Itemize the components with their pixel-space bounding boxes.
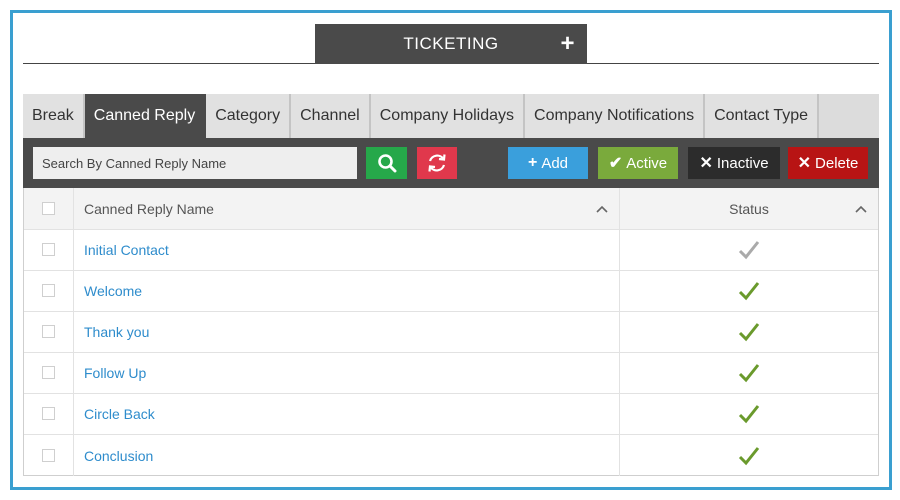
table-row: Circle Back bbox=[24, 394, 878, 435]
canned-reply-link[interactable]: Circle Back bbox=[84, 406, 155, 422]
select-all-checkbox[interactable] bbox=[42, 201, 55, 215]
toolbar: + Add ✔ Active ✕ Inactive ✕ Delete bbox=[23, 138, 879, 188]
row-check-cell bbox=[24, 394, 74, 434]
refresh-button[interactable] bbox=[417, 147, 457, 179]
row-checkbox[interactable] bbox=[42, 284, 55, 297]
tab-company-notifications[interactable]: Company Notifications bbox=[525, 94, 706, 138]
check-icon: ✔ bbox=[608, 155, 623, 172]
canned-reply-link[interactable]: Follow Up bbox=[84, 365, 146, 381]
search-icon bbox=[377, 154, 396, 173]
column-header-status-label: Status bbox=[729, 200, 769, 217]
status-check-icon bbox=[738, 323, 760, 342]
tab-channel[interactable]: Channel bbox=[291, 94, 371, 138]
name-cell: Initial Contact bbox=[74, 230, 620, 270]
row-checkbox[interactable] bbox=[42, 448, 55, 462]
status-check-icon bbox=[738, 241, 760, 260]
status-cell bbox=[620, 353, 878, 393]
tab-break[interactable]: Break bbox=[23, 94, 85, 138]
column-header-name[interactable]: Canned Reply Name bbox=[74, 188, 620, 229]
page-title: TICKETING + bbox=[315, 24, 587, 64]
row-check-cell bbox=[24, 271, 74, 311]
tab-canned-reply[interactable]: Canned Reply bbox=[84, 94, 207, 138]
name-cell: Follow Up bbox=[74, 353, 620, 393]
refresh-icon bbox=[428, 154, 446, 172]
sort-chevron-up-icon[interactable] bbox=[595, 200, 609, 218]
name-cell: Welcome bbox=[74, 271, 620, 311]
inactive-button[interactable]: ✕ Inactive bbox=[688, 147, 780, 179]
status-cell bbox=[620, 230, 878, 270]
x-icon: ✕ bbox=[797, 155, 812, 172]
row-checkbox[interactable] bbox=[42, 325, 55, 338]
status-cell bbox=[620, 435, 878, 476]
status-cell bbox=[620, 312, 878, 352]
ticketing-panel: TICKETING + Break Canned Reply Category … bbox=[10, 10, 892, 490]
table-row: Conclusion bbox=[24, 435, 878, 476]
canned-reply-table: Canned Reply Name Status Initial Contact bbox=[23, 188, 879, 476]
status-check-icon bbox=[738, 405, 760, 424]
status-check-icon bbox=[738, 282, 760, 301]
status-cell bbox=[620, 271, 878, 311]
row-checkbox[interactable] bbox=[42, 366, 55, 379]
table-row: Thank you bbox=[24, 312, 878, 353]
name-cell: Thank you bbox=[74, 312, 620, 352]
row-check-cell bbox=[24, 312, 74, 352]
table-row: Follow Up bbox=[24, 353, 878, 394]
search-input[interactable] bbox=[33, 147, 357, 179]
inactive-button-label: Inactive bbox=[716, 154, 769, 172]
tab-category[interactable]: Category bbox=[206, 94, 292, 138]
canned-reply-link[interactable]: Thank you bbox=[84, 324, 149, 340]
column-header-name-label: Canned Reply Name bbox=[84, 200, 214, 217]
status-cell bbox=[620, 394, 878, 434]
x-icon: ✕ bbox=[699, 155, 713, 172]
tab-company-holidays[interactable]: Company Holidays bbox=[370, 94, 526, 138]
table-row: Welcome bbox=[24, 271, 878, 312]
row-check-cell bbox=[24, 435, 74, 476]
column-header-status[interactable]: Status bbox=[620, 188, 878, 229]
search-button[interactable] bbox=[366, 147, 407, 179]
plus-icon: + bbox=[527, 154, 538, 171]
sort-chevron-up-icon[interactable] bbox=[854, 200, 868, 218]
status-check-icon bbox=[738, 364, 760, 383]
tab-bar: Break Canned Reply Category Channel Comp… bbox=[23, 94, 879, 138]
table-row: Initial Contact bbox=[24, 230, 878, 271]
add-plus-icon[interactable]: + bbox=[560, 24, 575, 64]
add-button[interactable]: + Add bbox=[508, 147, 588, 179]
status-check-icon bbox=[738, 446, 760, 465]
delete-button[interactable]: ✕ Delete bbox=[788, 147, 868, 179]
table-header-row: Canned Reply Name Status bbox=[24, 188, 878, 230]
name-cell: Circle Back bbox=[74, 394, 620, 434]
add-button-label: Add bbox=[541, 154, 569, 172]
active-button-label: Active bbox=[626, 154, 668, 172]
active-button[interactable]: ✔ Active bbox=[598, 147, 678, 179]
row-check-cell bbox=[24, 230, 74, 270]
tab-contact-type[interactable]: Contact Type bbox=[705, 94, 820, 138]
canned-reply-link[interactable]: Conclusion bbox=[84, 448, 153, 464]
page-title-text: TICKETING bbox=[403, 34, 499, 53]
canned-reply-link[interactable]: Initial Contact bbox=[84, 242, 169, 258]
delete-button-label: Delete bbox=[815, 154, 859, 172]
row-checkbox[interactable] bbox=[42, 407, 55, 420]
name-cell: Conclusion bbox=[74, 435, 620, 476]
row-checkbox[interactable] bbox=[42, 243, 55, 256]
header-check-cell bbox=[24, 188, 74, 229]
row-check-cell bbox=[24, 353, 74, 393]
canned-reply-link[interactable]: Welcome bbox=[84, 283, 142, 299]
